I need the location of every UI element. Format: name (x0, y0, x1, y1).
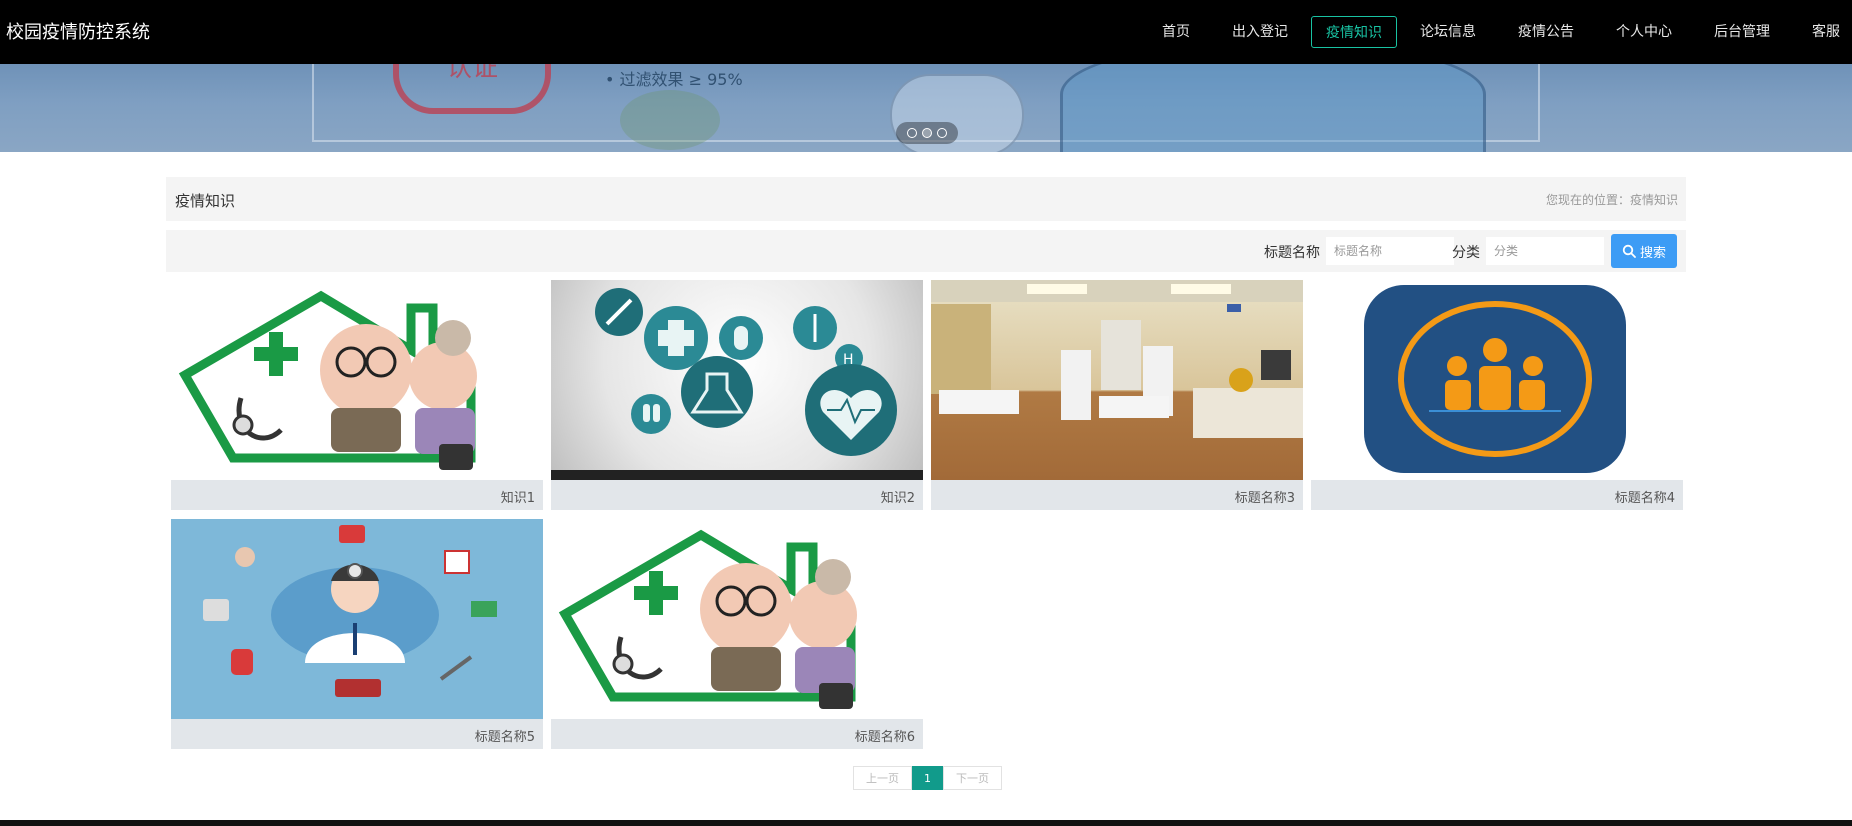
title-search-label: 标题名称 (1264, 245, 1320, 261)
card-title[interactable]: 标题名称6 (855, 726, 915, 745)
category-label: 分类 (1452, 245, 1480, 261)
carousel-dot-3[interactable] (937, 128, 947, 138)
carousel-dot-2[interactable] (922, 128, 932, 138)
card-title[interactable]: 标题名称3 (1235, 487, 1295, 506)
card-image-people-icon[interactable] (1311, 280, 1683, 480)
search-button[interactable]: 搜索 (1611, 234, 1677, 268)
card-image-elderly-couple[interactable] (171, 280, 543, 480)
virus-illustration (620, 90, 720, 150)
knowledge-card[interactable]: 标题名称4 (1311, 280, 1683, 512)
page-number-current[interactable]: 1 (912, 766, 943, 790)
nav-entry-registration[interactable]: 出入登记 (1213, 16, 1307, 48)
top-navbar: 校园疫情防控系统 首页 出入登记 疫情知识 论坛信息 疫情公告 个人中心 后台管… (0, 0, 1852, 64)
nav-admin[interactable]: 后台管理 (1695, 16, 1789, 48)
nav-home[interactable]: 首页 (1143, 16, 1209, 48)
prev-page-button[interactable]: 上一页 (853, 766, 912, 790)
next-page-button[interactable]: 下一页 (943, 766, 1002, 790)
app-title: 校园疫情防控系统 (6, 22, 150, 43)
main-nav: 首页 出入登记 疫情知识 论坛信息 疫情公告 个人中心 后台管理 客服 (1141, 0, 1852, 64)
card-title[interactable]: 标题名称5 (475, 726, 535, 745)
card-caption: 知识1 (171, 480, 543, 510)
footer-divider (0, 820, 1852, 826)
breadcrumb: 您现在的位置：疫情知识 (1545, 193, 1678, 207)
nav-epidemic-knowledge[interactable]: 疫情知识 (1311, 16, 1397, 48)
cert-stamp: 认证 (393, 64, 551, 114)
carousel-dot-1[interactable] (907, 128, 917, 138)
category-input[interactable] (1486, 237, 1604, 265)
nav-forum[interactable]: 论坛信息 (1401, 16, 1495, 48)
knowledge-card[interactable]: 标题名称5 (171, 519, 543, 751)
search-icon (1622, 244, 1636, 258)
title-search-input[interactable] (1326, 237, 1454, 265)
page-title: 疫情知识 (175, 192, 236, 210)
banner-text: • 过滤效果 ≥ 95% (605, 70, 743, 89)
card-caption: 标题名称5 (171, 719, 543, 749)
card-image-hospital-ward[interactable] (931, 280, 1303, 480)
card-title[interactable]: 知识1 (501, 487, 535, 506)
card-image-doctor[interactable] (171, 519, 543, 719)
knowledge-card[interactable]: 知识1 (171, 280, 543, 512)
knowledge-card[interactable]: 标题名称6 (551, 519, 923, 751)
search-button-label: 搜索 (1639, 245, 1666, 261)
knowledge-card[interactable]: H 知识2 (551, 280, 923, 512)
nav-announcements[interactable]: 疫情公告 (1499, 16, 1593, 48)
carousel-indicators (896, 122, 958, 144)
card-caption: 标题名称4 (1311, 480, 1683, 510)
pagination: 上一页 1 下一页 (853, 766, 1002, 790)
card-caption: 知识2 (551, 480, 923, 510)
knowledge-card[interactable]: 标题名称3 (931, 280, 1303, 512)
nav-personal-center[interactable]: 个人中心 (1597, 16, 1691, 48)
search-bar: 标题名称 分类 搜索 (166, 230, 1686, 272)
medical-worker-illustration (1060, 64, 1486, 152)
card-title[interactable]: 知识2 (881, 487, 915, 506)
card-image-elderly-couple[interactable] (551, 519, 923, 719)
card-title[interactable]: 标题名称4 (1615, 487, 1675, 506)
card-caption: 标题名称3 (931, 480, 1303, 510)
card-caption: 标题名称6 (551, 719, 923, 749)
nav-customer-service[interactable]: 客服 (1793, 16, 1850, 48)
card-image-medical-icons[interactable]: H (551, 280, 923, 480)
section-header: 疫情知识 您现在的位置：疫情知识 (166, 177, 1686, 221)
